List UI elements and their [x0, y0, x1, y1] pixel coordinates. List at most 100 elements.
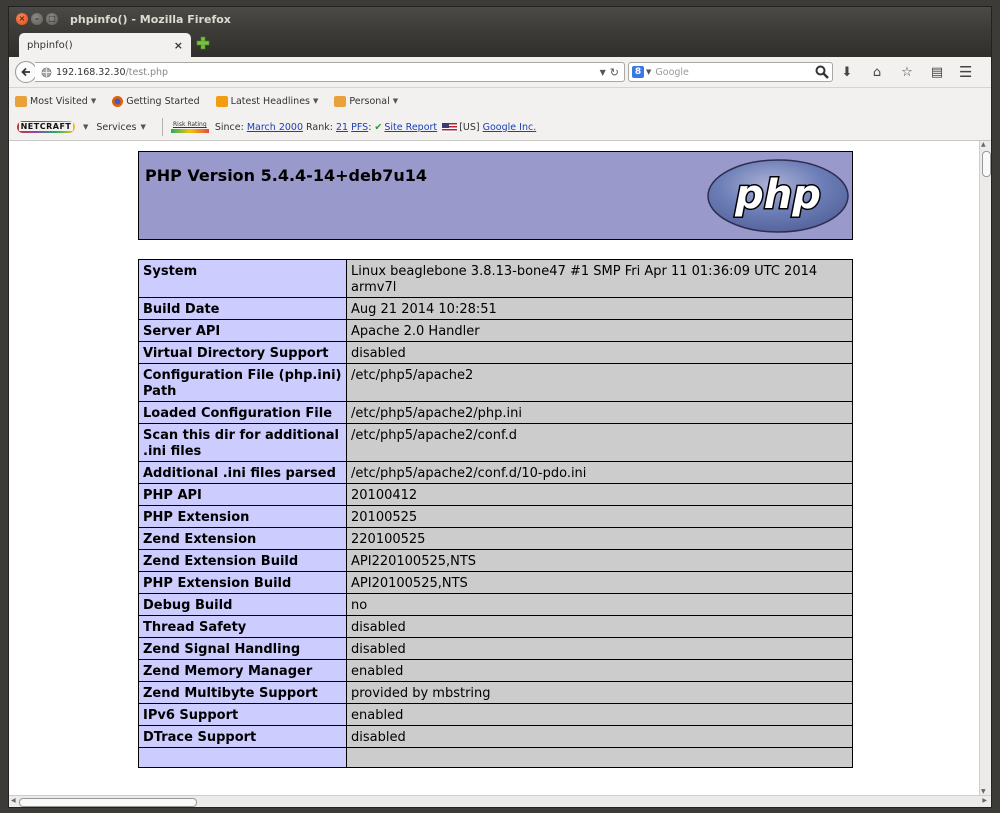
bookmark-most-visited[interactable]: Most Visited ▼ — [15, 95, 96, 107]
setting-name: Additional .ini files parsed — [138, 461, 347, 484]
url-bar[interactable]: 192.168.32.30/test.php ▼ ↻ — [35, 62, 625, 82]
table-row: PHP Extension Build API20100525,NTS — [138, 571, 853, 594]
table-row: DTrace Support disabled — [138, 725, 853, 748]
bookmarks-menu-icon[interactable]: ▤ — [929, 65, 945, 80]
setting-name: Server API — [138, 319, 347, 342]
since-link[interactable]: March 2000 — [247, 122, 303, 133]
pfs-link[interactable]: PFS — [351, 122, 368, 133]
horizontal-scrollbar[interactable]: ◀ ▶ — [9, 795, 991, 807]
setting-name: Scan this dir for additional .ini files — [138, 423, 347, 462]
toolbar-icons: ⬇ ⌂ ☆ ▤ — [839, 65, 945, 80]
company-link[interactable]: Google Inc. — [483, 122, 537, 133]
setting-value: no — [346, 593, 853, 616]
navigation-bar: 192.168.32.30/test.php ▼ ↻ 8 ▼ Google ⬇ … — [9, 57, 991, 88]
title-bar: × – □ phpinfo() - Mozilla Firefox — [9, 7, 991, 31]
bookmark-getting-started[interactable]: Getting Started — [112, 95, 200, 107]
setting-name: Zend Extension — [138, 527, 347, 550]
table-row: Zend Extension 220100525 — [138, 527, 853, 550]
browser-window: × – □ phpinfo() - Mozilla Firefox phpinf… — [8, 6, 992, 808]
rss-icon — [215, 95, 228, 107]
setting-value: /etc/php5/apache2/conf.d/10-pdo.ini — [346, 461, 853, 484]
setting-name — [138, 747, 347, 768]
download-icon[interactable]: ⬇ — [839, 65, 855, 80]
window-maximize-button[interactable]: □ — [46, 13, 58, 25]
hamburger-menu-icon[interactable]: ☰ — [959, 63, 972, 81]
bookmark-personal[interactable]: Personal ▼ — [334, 95, 398, 107]
table-row: Configuration File (php.ini) Path/etc/ph… — [138, 363, 853, 402]
php-info-table: System Linux beaglebone 3.8.13-bone47 #1 … — [138, 259, 853, 768]
scroll-down-icon[interactable]: ▼ — [981, 788, 986, 795]
vertical-scroll-thumb[interactable] — [982, 151, 991, 177]
netcraft-logo-text: NETCRAFT — [18, 122, 74, 131]
horizontal-scroll-thumb[interactable] — [19, 798, 197, 807]
chevron-down-icon[interactable]: ▼ — [140, 123, 145, 131]
url-text[interactable]: 192.168.32.30/test.php — [56, 67, 600, 78]
bookmark-latest-headlines[interactable]: Latest Headlines ▼ — [215, 95, 318, 107]
globe-icon — [41, 67, 52, 77]
table-row: Zend Multibyte Support provided by mbstri… — [138, 681, 853, 704]
new-tab-icon[interactable] — [196, 36, 210, 50]
bookmark-label: Personal — [349, 95, 390, 107]
table-row: PHP Extension 20100525 — [138, 505, 853, 528]
bookmark-label: Getting Started — [126, 95, 200, 107]
search-engine-icon[interactable]: 8 — [632, 66, 644, 78]
setting-name: Virtual Directory Support — [138, 341, 347, 364]
scroll-left-icon[interactable]: ◀ — [11, 797, 16, 804]
back-arrow-icon — [21, 67, 30, 77]
table-row: Build Date Aug 21 2014 10:28:51 — [138, 297, 853, 320]
setting-name: Thread Safety — [138, 615, 347, 638]
url-history-dropdown-icon[interactable]: ▼ — [600, 68, 606, 77]
pfs-colon: : — [368, 121, 372, 133]
search-engine-dropdown-icon[interactable]: ▼ — [646, 68, 651, 76]
rank-label: Rank: — [306, 121, 333, 133]
php-version-header: PHP Version 5.4.4-14+deb7u14 php — [138, 151, 853, 240]
setting-name: Zend Extension Build — [138, 549, 347, 572]
tab-phpinfo[interactable]: phpinfo() × — [19, 33, 191, 57]
search-bar[interactable]: 8 ▼ Google — [628, 62, 833, 82]
setting-value: disabled — [346, 637, 853, 660]
table-row — [138, 747, 853, 768]
search-icon[interactable] — [815, 65, 829, 79]
setting-name: Build Date — [138, 297, 347, 320]
country-code: [US] — [459, 121, 480, 133]
netcraft-toolbar: NETCRAFT ▼ Services ▼ Risk Rating Since:… — [9, 114, 991, 141]
risk-rating[interactable]: Risk Rating — [170, 121, 209, 133]
vertical-scrollbar[interactable]: ▲ ▼ — [979, 141, 991, 795]
table-row: Additional .ini files parsed/etc/php5/ap… — [138, 461, 853, 484]
setting-name: DTrace Support — [138, 725, 347, 748]
setting-value: Linux beaglebone 3.8.13-bone47 #1 SMP Fr… — [346, 259, 853, 298]
setting-name: Configuration File (php.ini) Path — [138, 363, 347, 402]
tab-strip: phpinfo() × — [9, 31, 991, 57]
risk-rating-bar — [170, 129, 209, 133]
check-icon: ✔ — [374, 121, 383, 133]
setting-value: disabled — [346, 725, 853, 748]
back-button[interactable] — [15, 61, 37, 83]
setting-name: Loaded Configuration File — [138, 401, 347, 424]
netcraft-services-menu[interactable]: Services — [96, 122, 136, 133]
setting-name: Zend Signal Handling — [138, 637, 347, 660]
table-row: PHP API 20100412 — [138, 483, 853, 506]
window-close-button[interactable]: × — [16, 13, 28, 25]
tab-close-icon[interactable]: × — [174, 39, 183, 52]
home-icon[interactable]: ⌂ — [869, 65, 885, 80]
table-row: Loaded Configuration File/etc/php5/apach… — [138, 401, 853, 424]
bookmark-star-icon[interactable]: ☆ — [899, 65, 915, 80]
setting-value: Apache 2.0 Handler — [346, 319, 853, 342]
rank-link[interactable]: 21 — [336, 122, 348, 133]
scroll-right-icon[interactable]: ▶ — [982, 797, 987, 804]
netcraft-logo[interactable]: NETCRAFT — [17, 121, 75, 133]
scroll-up-icon[interactable]: ▲ — [981, 141, 986, 148]
site-report-link[interactable]: Site Report — [384, 122, 437, 133]
setting-value: disabled — [346, 615, 853, 638]
table-row: Zend Signal Handling disabled — [138, 637, 853, 660]
setting-value: /etc/php5/apache2/conf.d — [346, 423, 853, 462]
table-row: Virtual Directory Support disabled — [138, 341, 853, 364]
chevron-down-icon[interactable]: ▼ — [83, 123, 88, 131]
table-row: Zend Memory Manager enabled — [138, 659, 853, 682]
search-input[interactable]: Google — [655, 67, 815, 78]
table-row: System Linux beaglebone 3.8.13-bone47 #1 … — [138, 259, 853, 298]
window-minimize-button[interactable]: – — [31, 13, 43, 25]
php-version-title: PHP Version 5.4.4-14+deb7u14 — [145, 166, 428, 185]
reload-icon[interactable]: ↻ — [610, 66, 619, 79]
php-logo: php — [707, 159, 849, 233]
